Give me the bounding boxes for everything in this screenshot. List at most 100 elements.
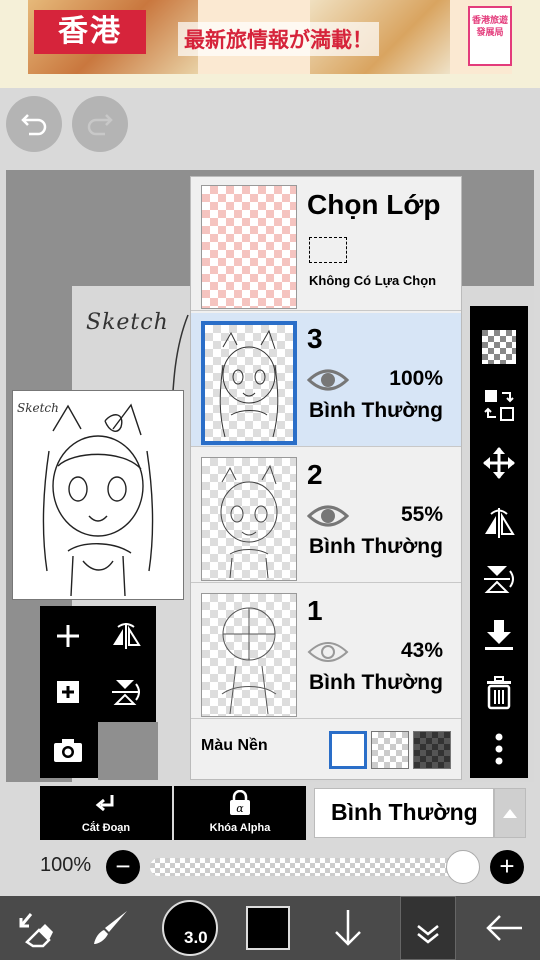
clipping-label: Cắt Đoạn <box>81 822 131 834</box>
layer-row-2[interactable]: 2 55% Bình Thường <box>191 449 461 583</box>
clipping-arrow-icon <box>95 795 114 812</box>
layer-number: 3 <box>307 323 323 354</box>
flip-horizontal-button[interactable] <box>470 496 528 550</box>
color-picker-button[interactable] <box>246 906 290 950</box>
more-options-button[interactable] <box>470 722 528 776</box>
clipping-button[interactable]: Cắt Đoạn <box>40 786 172 840</box>
svg-text:α: α <box>236 802 244 815</box>
move-arrows-icon <box>483 447 515 479</box>
alpha-lock-button[interactable]: α Khóa Alpha <box>174 786 306 840</box>
move-down-button[interactable] <box>326 896 370 960</box>
selection-layer-row[interactable]: Chọn Lớp Không Có Lựa Chọn <box>191 177 461 311</box>
layer-1-drawing <box>221 607 277 715</box>
minus-icon: − <box>115 851 131 881</box>
undo-icon <box>21 114 47 136</box>
blend-mode-dropdown-button[interactable] <box>494 788 526 838</box>
reference-preview[interactable]: Sketch <box>12 390 184 600</box>
redo-button[interactable] <box>72 96 128 152</box>
checker-button[interactable] <box>470 320 528 374</box>
toolbar-gap <box>98 722 158 780</box>
blend-mode-select[interactable]: Bình Thường <box>314 788 494 838</box>
right-toolbar <box>470 306 528 778</box>
flip-vertical-icon <box>484 566 514 593</box>
add-copy-icon <box>57 681 79 703</box>
back-button[interactable] <box>476 896 532 960</box>
layers-panel: Chọn Lớp Không Có Lựa Chọn 3 100% Bình T… <box>190 176 462 780</box>
opacity-label: 100% <box>40 854 92 876</box>
lock-alpha-icon: α <box>230 790 250 815</box>
canvas-sketch-text: Sketch <box>86 310 169 335</box>
arrow-down-icon <box>335 910 361 946</box>
flip-layer-button[interactable] <box>98 608 154 664</box>
layer-blend-mode: Bình Thường <box>309 535 443 558</box>
opacity-slider[interactable] <box>150 858 480 876</box>
move-button[interactable] <box>470 436 528 490</box>
layer-thumbnail-2 <box>201 457 297 581</box>
transform-eraser-icon <box>19 913 53 948</box>
undo-button[interactable] <box>6 96 62 152</box>
blend-mode-value: Bình Thường <box>331 799 478 825</box>
plus-icon: + <box>499 851 515 881</box>
opacity-increase-button[interactable]: + <box>490 850 524 884</box>
camera-button[interactable] <box>40 722 96 778</box>
arrow-left-icon <box>486 915 522 941</box>
flip-vertical-button[interactable] <box>470 552 528 606</box>
opacity-slider-handle[interactable] <box>446 850 480 884</box>
opacity-decrease-button[interactable]: − <box>106 850 140 884</box>
camera-icon <box>54 739 82 762</box>
layer-swap-button[interactable] <box>470 378 528 432</box>
layer-opacity: 43% <box>400 639 443 662</box>
swap-icon <box>484 390 514 421</box>
layers-toggle-button[interactable] <box>400 896 456 960</box>
layer-blend-mode: Bình Thường <box>309 399 443 422</box>
layer-row-1[interactable]: 1 43% Bình Thường <box>191 585 461 719</box>
more-vertical-icon <box>495 733 503 765</box>
layer-row-3[interactable]: 3 100% Bình Thường <box>191 313 461 447</box>
flip-horizontal-icon <box>485 508 515 538</box>
checkerboard-icon <box>482 330 516 364</box>
layer-2-drawing <box>220 464 278 579</box>
ad-logo: 香港旅遊發展局 <box>468 6 512 66</box>
delete-layer-button[interactable] <box>470 666 528 720</box>
selection-thumbnail <box>201 185 297 309</box>
plus-icon <box>57 625 79 647</box>
layer-opacity: 55% <box>400 503 443 526</box>
add-layer-button[interactable] <box>40 608 96 664</box>
background-dark-swatch[interactable] <box>413 731 451 769</box>
layer-thumbnail-3 <box>201 321 297 445</box>
selection-status: Không Có Lựa Chọn <box>309 273 437 288</box>
merge-down-icon <box>485 620 513 650</box>
layer-3-drawing <box>219 329 279 438</box>
brush-tool-button[interactable] <box>86 896 136 960</box>
ad-image[interactable]: 香港 最新旅情報が満載！ 香港旅遊發展局 <box>28 0 512 74</box>
ad-red-label: 香港 <box>34 10 146 54</box>
transform-tool-button[interactable] <box>10 896 60 960</box>
ad-headline: 最新旅情報が満載！ <box>178 22 379 56</box>
layer-opacity: 100% <box>389 367 443 390</box>
alpha-lock-label: Khóa Alpha <box>209 822 271 834</box>
background-transparent-swatch[interactable] <box>371 731 409 769</box>
chevron-up-icon <box>503 809 517 818</box>
visibility-eye-icon[interactable] <box>307 365 349 395</box>
preview-drawing <box>42 403 154 597</box>
background-color-label: Màu Nền <box>201 737 268 754</box>
background-color-row: Màu Nền <box>191 717 461 779</box>
flip-vertical-icon <box>112 680 140 705</box>
double-chevron-down-icon <box>417 925 439 944</box>
add-layer-copy-button[interactable] <box>40 664 96 720</box>
visibility-eye-icon[interactable] <box>307 501 349 531</box>
visibility-eye-icon[interactable] <box>307 637 349 667</box>
ad-banner[interactable]: 香港 最新旅情報が満載！ 香港旅遊發展局 <box>0 0 540 88</box>
selection-marquee-icon <box>309 237 347 263</box>
background-white-swatch[interactable] <box>329 731 367 769</box>
flip-horizontal-icon <box>113 623 141 649</box>
merge-layer-button[interactable] <box>98 664 154 720</box>
top-bar <box>0 88 540 170</box>
redo-icon <box>87 114 113 136</box>
layer-thumbnail-1 <box>201 593 297 717</box>
layer-number: 2 <box>307 459 323 490</box>
preview-sketch-text: Sketch <box>17 401 59 415</box>
left-toolbar <box>40 606 158 780</box>
merge-down-button[interactable] <box>470 608 528 662</box>
paintbrush-icon <box>94 911 127 944</box>
